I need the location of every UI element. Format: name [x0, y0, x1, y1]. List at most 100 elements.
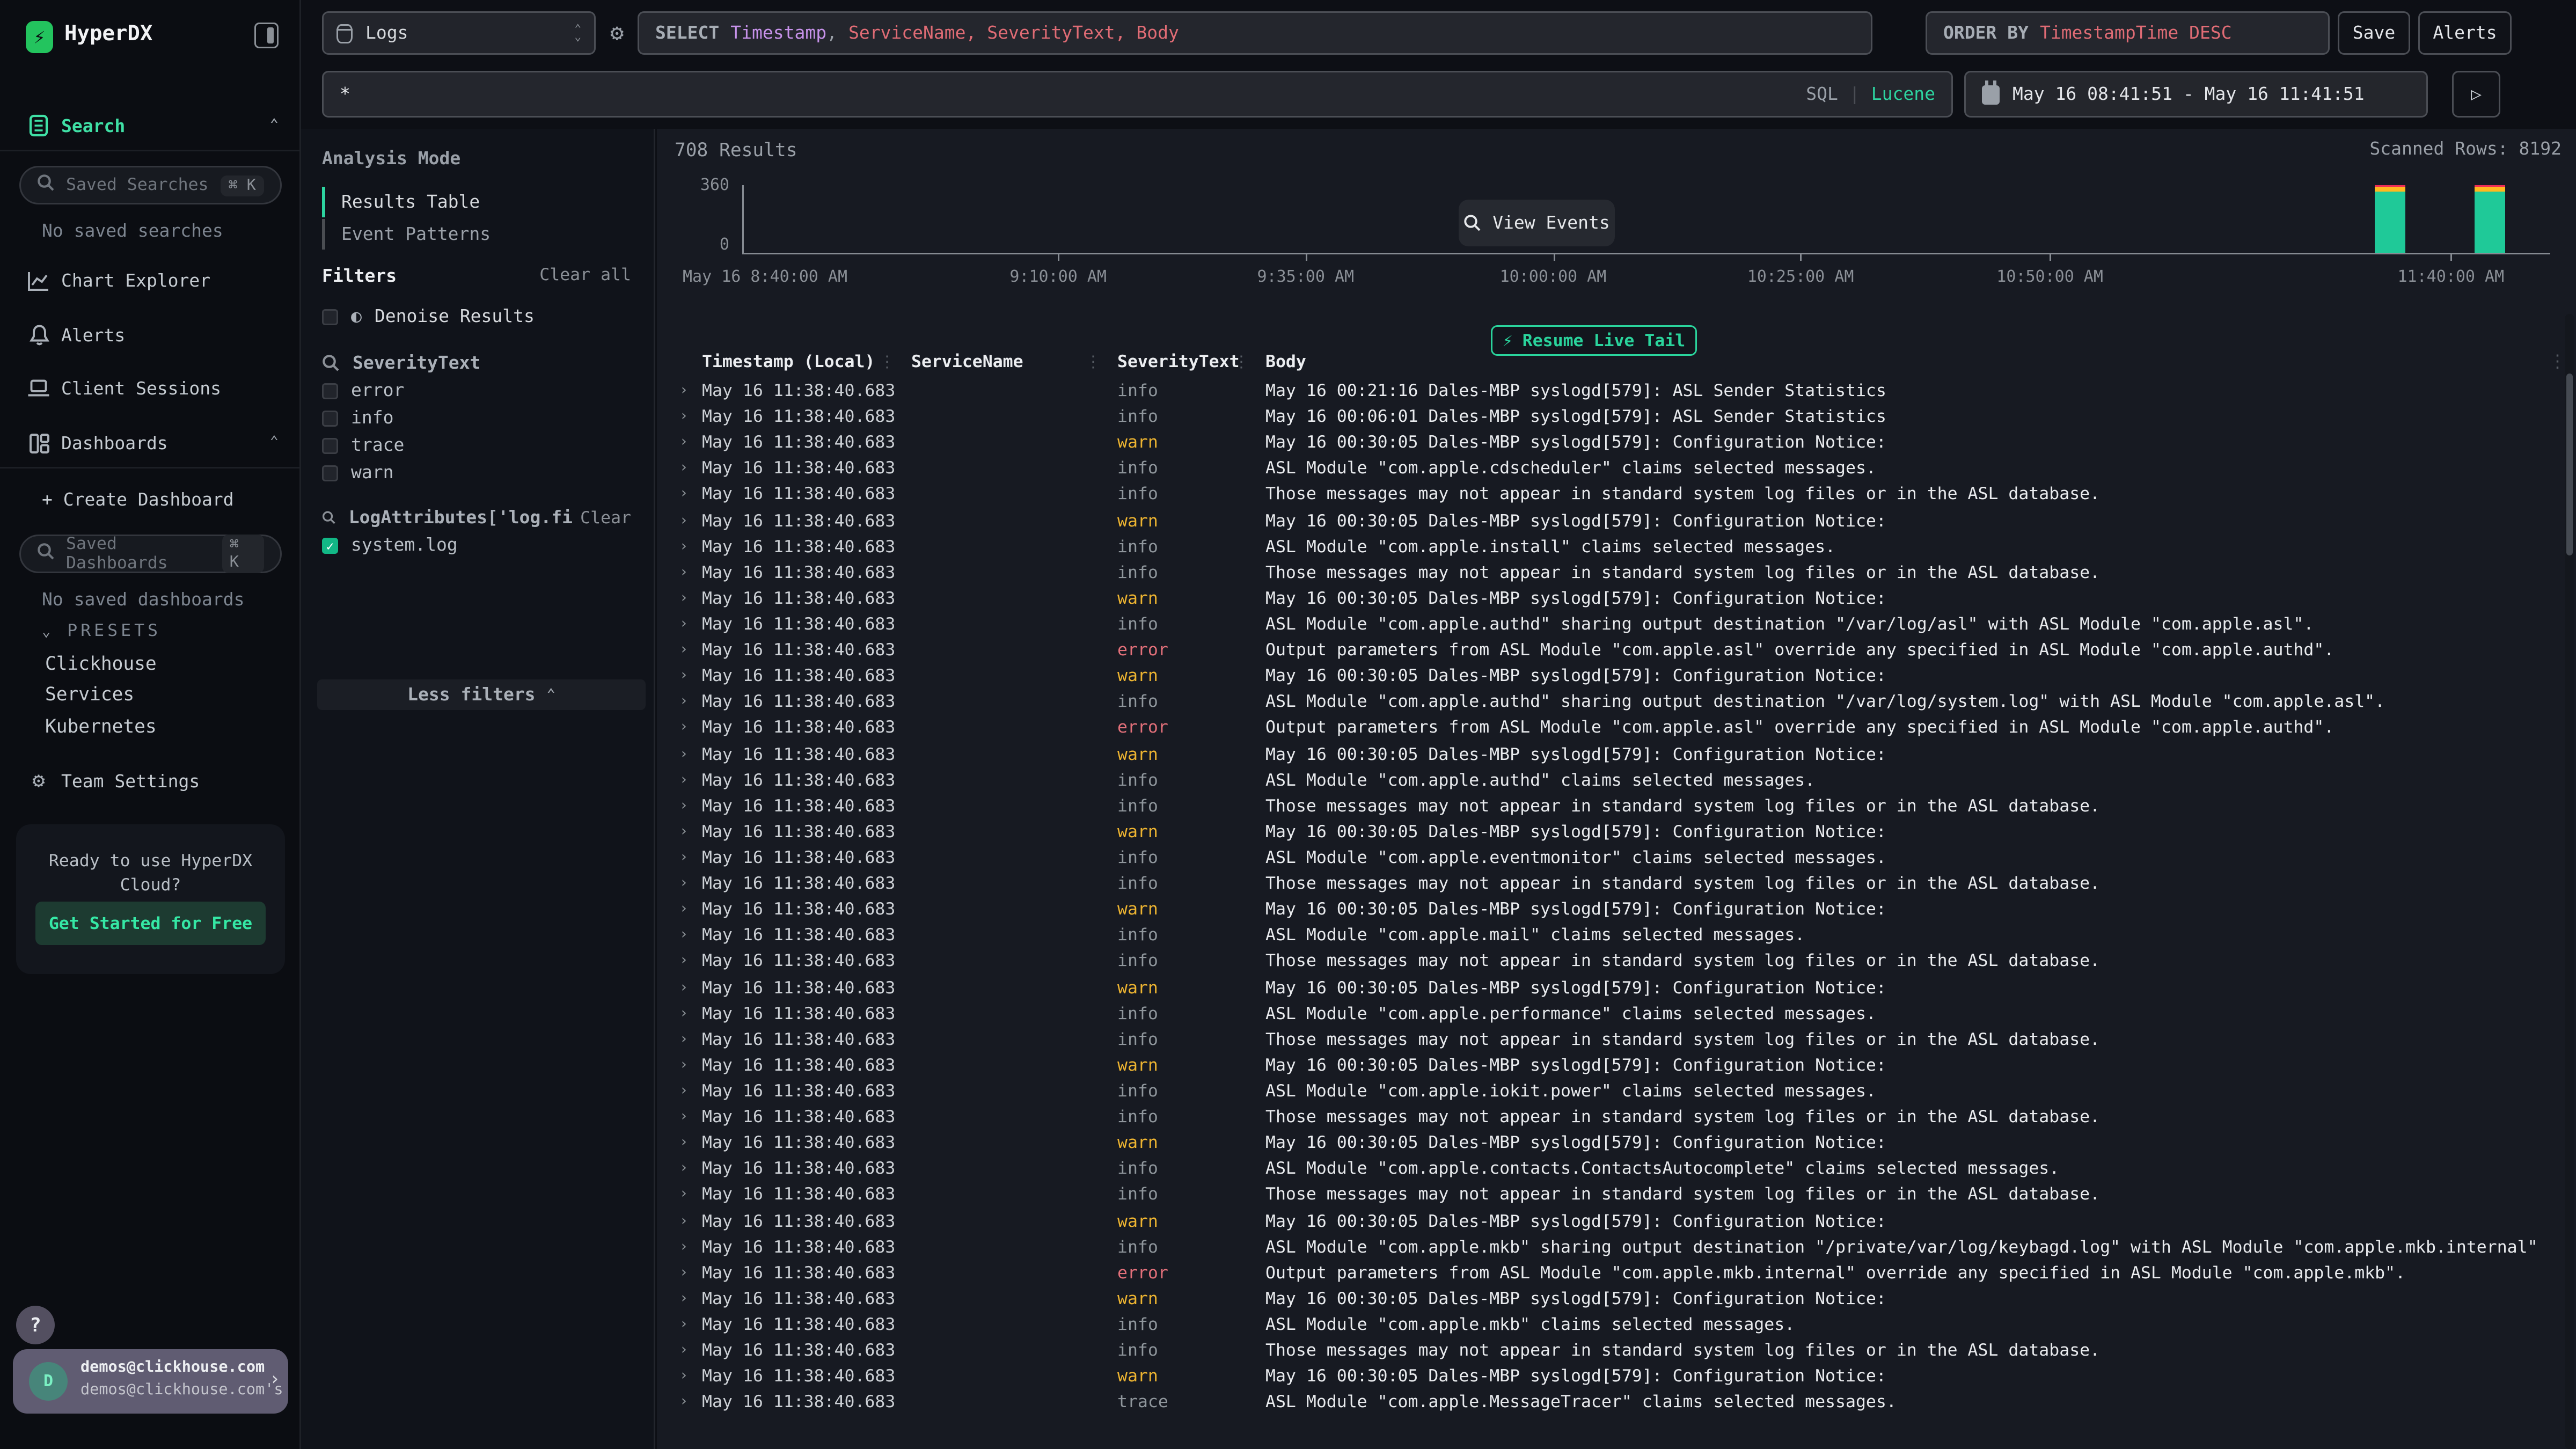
sidebar-item-client-sessions[interactable]: Client Sessions — [0, 369, 301, 407]
filter-option-error[interactable]: error — [322, 380, 631, 401]
row-expand-icon[interactable]: › — [667, 1343, 689, 1359]
table-row[interactable]: ›May 16 11:38:40.683 AMwarnMay 16 00:30:… — [667, 819, 2541, 845]
row-expand-icon[interactable]: › — [667, 824, 689, 840]
table-row[interactable]: ›May 16 11:38:40.683 AMerrorOutput param… — [667, 638, 2541, 663]
table-row[interactable]: ›May 16 11:38:40.683 AMwarnMay 16 00:30:… — [667, 1286, 2541, 1312]
row-expand-icon[interactable]: › — [667, 1291, 689, 1307]
table-row[interactable]: ›May 16 11:38:40.683 AMinfoThose message… — [667, 560, 2541, 586]
table-row[interactable]: ›May 16 11:38:40.683 AMinfoASL Module "c… — [667, 923, 2541, 949]
filter-checkbox[interactable] — [322, 465, 338, 481]
get-started-button[interactable]: Get Started for Free — [35, 902, 266, 945]
column-menu-icon[interactable]: ⋮ — [2549, 351, 2566, 372]
table-row[interactable]: ›May 16 11:38:40.683 AMtraceASL Module "… — [667, 1390, 2541, 1416]
row-expand-icon[interactable]: › — [667, 1239, 689, 1255]
table-row[interactable]: ›May 16 11:38:40.683 AMwarnMay 16 00:30:… — [667, 664, 2541, 690]
table-row[interactable]: ›May 16 11:38:40.683 AMinfoASL Module "c… — [667, 1157, 2541, 1182]
row-expand-icon[interactable]: › — [667, 980, 689, 996]
denoise-checkbox[interactable] — [322, 309, 338, 325]
row-expand-icon[interactable]: › — [667, 850, 689, 866]
row-expand-icon[interactable]: › — [667, 720, 689, 736]
source-select[interactable]: Logs ⌃⌄ — [322, 11, 596, 55]
table-row[interactable]: ›May 16 11:38:40.683 AMinfoThose message… — [667, 1104, 2541, 1130]
filter-checkbox[interactable] — [322, 410, 338, 426]
preset-clickhouse[interactable]: Clickhouse — [45, 652, 157, 675]
table-row[interactable]: ›May 16 11:38:40.683 AMinfoASL Module "c… — [667, 845, 2541, 871]
table-row[interactable]: ›May 16 11:38:40.683 AMinfoMay 16 00:06:… — [667, 404, 2541, 430]
row-expand-icon[interactable]: › — [667, 902, 689, 918]
row-expand-icon[interactable]: › — [667, 1109, 689, 1125]
row-expand-icon[interactable]: › — [667, 487, 689, 503]
chevron-up-icon[interactable]: ⌃ — [270, 118, 279, 134]
row-expand-icon[interactable]: › — [667, 617, 689, 633]
filter-checkbox[interactable] — [322, 383, 338, 399]
table-row[interactable]: ›May 16 11:38:40.683 AMerrorOutput param… — [667, 1260, 2541, 1286]
table-row[interactable]: ›May 16 11:38:40.683 AMinfoThose message… — [667, 1182, 2541, 1208]
sidebar-item-team-settings[interactable]: ⚙ Team Settings — [0, 762, 301, 800]
less-filters-button[interactable]: Less filters ⌃ — [317, 679, 646, 710]
filter-option-trace[interactable]: trace — [322, 435, 631, 456]
row-expand-icon[interactable]: › — [667, 694, 689, 711]
time-range-picker[interactable]: May 16 08:41:51 - May 16 11:41:51 — [1964, 71, 2428, 118]
source-settings-gear-icon[interactable]: ⚙ — [610, 21, 624, 47]
row-expand-icon[interactable]: › — [667, 1395, 689, 1411]
filter-option-info[interactable]: info — [322, 407, 631, 428]
table-row[interactable]: ›May 16 11:38:40.683 AMinfoASL Module "c… — [667, 690, 2541, 715]
chart-plot-area[interactable]: May 16 8:40:00 AM9:10:00 AM9:35:00 AM10:… — [742, 185, 2550, 254]
row-expand-icon[interactable]: › — [667, 1317, 689, 1333]
row-expand-icon[interactable]: › — [667, 461, 689, 477]
row-expand-icon[interactable]: › — [667, 1369, 689, 1385]
table-row[interactable]: ›May 16 11:38:40.683 AMinfoASL Module "c… — [667, 1234, 2541, 1260]
save-button[interactable]: Save — [2338, 11, 2410, 55]
row-expand-icon[interactable]: › — [667, 539, 689, 555]
saved-dashboards-input[interactable]: Saved Dashboards ⌘ K — [19, 535, 282, 573]
table-row[interactable]: ›May 16 11:38:40.683 AMinfoThose message… — [667, 949, 2541, 975]
col-severitytext[interactable]: SeverityText⋮ — [1104, 352, 1253, 371]
table-row[interactable]: ›May 16 11:38:40.683 AMinfoThose message… — [667, 793, 2541, 819]
select-clause-input[interactable]: SELECT Timestamp, ServiceName, SeverityT… — [638, 11, 1872, 55]
row-expand-icon[interactable]: › — [667, 772, 689, 788]
col-body[interactable]: Body — [1253, 352, 2541, 371]
row-expand-icon[interactable]: › — [667, 591, 689, 607]
histogram-bar[interactable] — [2475, 185, 2505, 253]
row-expand-icon[interactable]: › — [667, 876, 689, 892]
sidebar-item-chart-explorer[interactable]: Chart Explorer — [0, 261, 301, 299]
search-query-input[interactable]: * SQL | Lucene — [322, 71, 1953, 118]
row-expand-icon[interactable]: › — [667, 435, 689, 451]
analysis-mode-tab-results-table[interactable]: Results Table — [322, 187, 628, 217]
denoise-row[interactable]: ◐ Denoise Results — [322, 306, 631, 327]
column-resize-handle[interactable]: ⋮ — [1233, 354, 1249, 371]
table-row[interactable]: ›May 16 11:38:40.683 AMinfoASL Module "c… — [667, 1312, 2541, 1338]
table-row[interactable]: ›May 16 11:38:40.683 AMinfoMay 16 00:21:… — [667, 378, 2541, 404]
row-expand-icon[interactable]: › — [667, 1058, 689, 1074]
row-expand-icon[interactable]: › — [667, 383, 689, 399]
row-expand-icon[interactable]: › — [667, 1161, 689, 1177]
run-query-button[interactable]: ▷ — [2452, 71, 2500, 118]
table-row[interactable]: ›May 16 11:38:40.683 AMwarnMay 16 00:30:… — [667, 1209, 2541, 1234]
table-row[interactable]: ›May 16 11:38:40.683 AMinfoASL Module "c… — [667, 1079, 2541, 1104]
row-expand-icon[interactable]: › — [667, 1187, 689, 1203]
clear-all-link[interactable]: Clear all — [539, 266, 631, 287]
table-row[interactable]: ›May 16 11:38:40.683 AMwarnMay 16 00:30:… — [667, 586, 2541, 612]
filter-option-warn[interactable]: warn — [322, 462, 631, 483]
row-expand-icon[interactable]: › — [667, 565, 689, 581]
create-dashboard-button[interactable]: + Create Dashboard — [42, 489, 234, 510]
row-expand-icon[interactable]: › — [667, 513, 689, 529]
row-expand-icon[interactable]: › — [667, 1213, 689, 1230]
view-events-button[interactable]: View Events — [1459, 200, 1615, 246]
row-expand-icon[interactable]: › — [667, 928, 689, 944]
row-expand-icon[interactable]: › — [667, 954, 689, 970]
col-servicename[interactable]: ServiceName⋮ — [898, 352, 1104, 371]
table-row[interactable]: ›May 16 11:38:40.683 AMinfoASL Module "c… — [667, 534, 2541, 560]
user-menu[interactable]: D demos@clickhouse.com demos@clickhouse.… — [13, 1349, 288, 1414]
preset-kubernetes[interactable]: Kubernetes — [45, 715, 157, 737]
row-expand-icon[interactable]: › — [667, 747, 689, 763]
table-row[interactable]: ›May 16 11:38:40.683 AMwarnMay 16 00:30:… — [667, 1364, 2541, 1389]
table-row[interactable]: ›May 16 11:38:40.683 AMerrorOutput param… — [667, 715, 2541, 741]
vertical-scrollbar[interactable] — [2565, 314, 2574, 1449]
preset-services[interactable]: Services — [45, 683, 134, 705]
filter-group-clear-link[interactable]: Clear — [580, 508, 631, 528]
analysis-mode-tab-event-patterns[interactable]: Event Patterns — [322, 219, 628, 250]
sidebar-item-search[interactable]: Search ⌃ — [0, 106, 301, 145]
row-expand-icon[interactable]: › — [667, 1006, 689, 1022]
row-expand-icon[interactable]: › — [667, 642, 689, 658]
